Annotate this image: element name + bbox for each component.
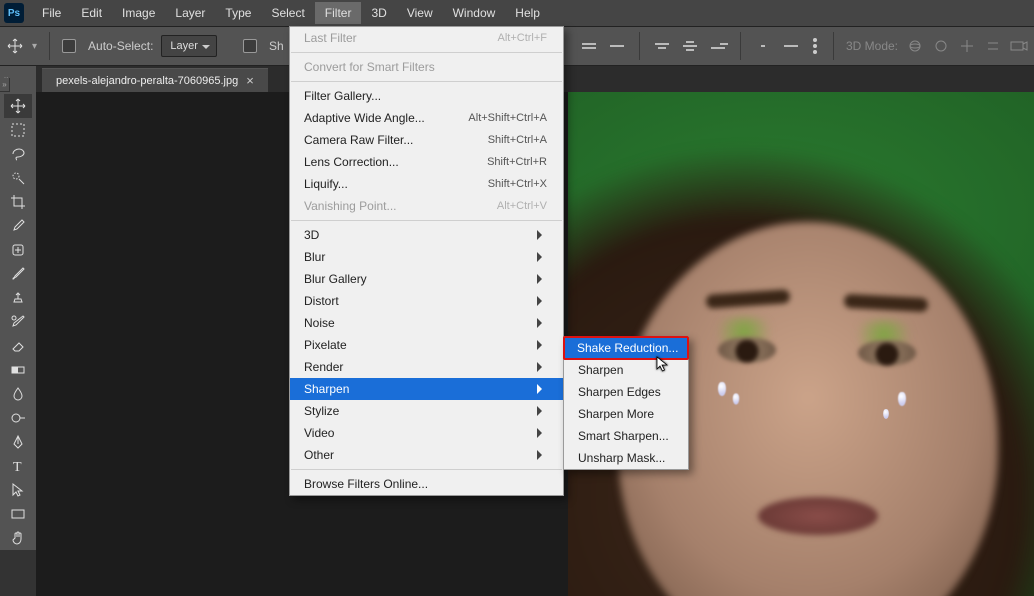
mouse-cursor-icon: [656, 356, 670, 374]
pen-tool[interactable]: [4, 430, 32, 454]
auto-select-checkbox[interactable]: [62, 39, 76, 53]
history-brush-tool[interactable]: [4, 310, 32, 334]
menu-filter[interactable]: Filter: [315, 2, 362, 24]
filter-sharpen[interactable]: Sharpen: [290, 378, 563, 400]
ruler-expand-icon[interactable]: »: [0, 78, 10, 92]
menu-3d[interactable]: 3D: [361, 2, 396, 24]
rectangle-tool[interactable]: [4, 502, 32, 526]
filter-noise[interactable]: Noise: [290, 312, 563, 334]
filter-distort[interactable]: Distort: [290, 290, 563, 312]
3d-roll-icon: [932, 37, 950, 55]
3d-mode-label: 3D Mode:: [846, 39, 898, 53]
filter-blur[interactable]: Blur: [290, 246, 563, 268]
menu-file[interactable]: File: [32, 2, 71, 24]
sharpen-more[interactable]: Sharpen More: [564, 403, 688, 425]
svg-text:T: T: [13, 460, 22, 474]
move-tool-icon: [6, 37, 24, 55]
filter-render[interactable]: Render: [290, 356, 563, 378]
menu-image[interactable]: Image: [112, 2, 165, 24]
3d-slide-icon: [984, 37, 1002, 55]
tools-panel: T: [0, 92, 36, 550]
marquee-tool[interactable]: [4, 118, 32, 142]
filter-video[interactable]: Video: [290, 422, 563, 444]
menu-type[interactable]: Type: [215, 2, 261, 24]
distribute-h-icon[interactable]: [753, 36, 773, 56]
align-left-icon[interactable]: [652, 36, 672, 56]
hand-tool[interactable]: [4, 526, 32, 550]
brush-tool[interactable]: [4, 262, 32, 286]
filter-adaptive-wide-angle[interactable]: Adaptive Wide Angle...Alt+Shift+Ctrl+A: [290, 107, 563, 129]
filter-blur-gallery[interactable]: Blur Gallery: [290, 268, 563, 290]
lasso-tool[interactable]: [4, 142, 32, 166]
eyedropper-tool[interactable]: [4, 214, 32, 238]
filter-liquify[interactable]: Liquify...Shift+Ctrl+X: [290, 173, 563, 195]
distribute-v-icon[interactable]: [781, 36, 801, 56]
show-transform-checkbox[interactable]: [243, 39, 257, 53]
3d-zoom-icon: [1010, 37, 1028, 55]
sharpen-unsharp-mask[interactable]: Unsharp Mask...: [564, 447, 688, 469]
menu-select[interactable]: Select: [261, 2, 314, 24]
more-options-icon[interactable]: [809, 34, 821, 58]
auto-select-label: Auto-Select:: [88, 39, 153, 53]
sharpen-smart[interactable]: Smart Sharpen...: [564, 425, 688, 447]
sharpen-edges[interactable]: Sharpen Edges: [564, 381, 688, 403]
3d-orbit-icon: [906, 37, 924, 55]
align-bottom-icon[interactable]: [607, 36, 627, 56]
filter-last-filter: Last FilterAlt+Ctrl+F: [290, 27, 563, 49]
menubar: Ps File Edit Image Layer Type Select Fil…: [0, 0, 1034, 26]
layer-group-dropdown[interactable]: Layer: [161, 35, 217, 57]
close-tab-icon[interactable]: ×: [246, 74, 254, 87]
sharpen-shake-reduction[interactable]: Shake Reduction...: [563, 336, 689, 360]
align-vcenter-icon[interactable]: [579, 36, 599, 56]
filter-stylize[interactable]: Stylize: [290, 400, 563, 422]
menu-help[interactable]: Help: [505, 2, 550, 24]
blur-tool[interactable]: [4, 382, 32, 406]
gradient-tool[interactable]: [4, 358, 32, 382]
crop-tool[interactable]: [4, 190, 32, 214]
filter-pixelate[interactable]: Pixelate: [290, 334, 563, 356]
filter-convert-smart: Convert for Smart Filters: [290, 56, 563, 78]
filter-menu: Last FilterAlt+Ctrl+F Convert for Smart …: [289, 26, 564, 496]
filter-other[interactable]: Other: [290, 444, 563, 466]
healing-brush-tool[interactable]: [4, 238, 32, 262]
3d-pan-icon: [958, 37, 976, 55]
align-right-icon[interactable]: [708, 36, 728, 56]
path-select-tool[interactable]: [4, 478, 32, 502]
show-transform-label-partial: Sh: [269, 39, 284, 53]
filter-lens-correction[interactable]: Lens Correction...Shift+Ctrl+R: [290, 151, 563, 173]
menu-view[interactable]: View: [397, 2, 443, 24]
quick-select-tool[interactable]: [4, 166, 32, 190]
dodge-tool[interactable]: [4, 406, 32, 430]
move-tool[interactable]: [4, 94, 32, 118]
filter-camera-raw[interactable]: Camera Raw Filter...Shift+Ctrl+A: [290, 129, 563, 151]
document-tab-title: pexels-alejandro-peralta-7060965.jpg: [56, 75, 238, 87]
eraser-tool[interactable]: [4, 334, 32, 358]
filter-vanishing-point: Vanishing Point...Alt+Ctrl+V: [290, 195, 563, 217]
filter-browse-online[interactable]: Browse Filters Online...: [290, 473, 563, 495]
document-tab[interactable]: pexels-alejandro-peralta-7060965.jpg ×: [42, 68, 268, 92]
menu-edit[interactable]: Edit: [71, 2, 112, 24]
clone-stamp-tool[interactable]: [4, 286, 32, 310]
filter-gallery[interactable]: Filter Gallery...: [290, 85, 563, 107]
app-logo-icon: Ps: [4, 3, 24, 23]
filter-3d[interactable]: 3D: [290, 224, 563, 246]
align-hcenter-icon[interactable]: [680, 36, 700, 56]
sharpen-submenu: Shake Reduction... Sharpen Sharpen Edges…: [563, 336, 689, 470]
type-tool[interactable]: T: [4, 454, 32, 478]
menu-window[interactable]: Window: [443, 2, 506, 24]
menu-layer[interactable]: Layer: [165, 2, 215, 24]
